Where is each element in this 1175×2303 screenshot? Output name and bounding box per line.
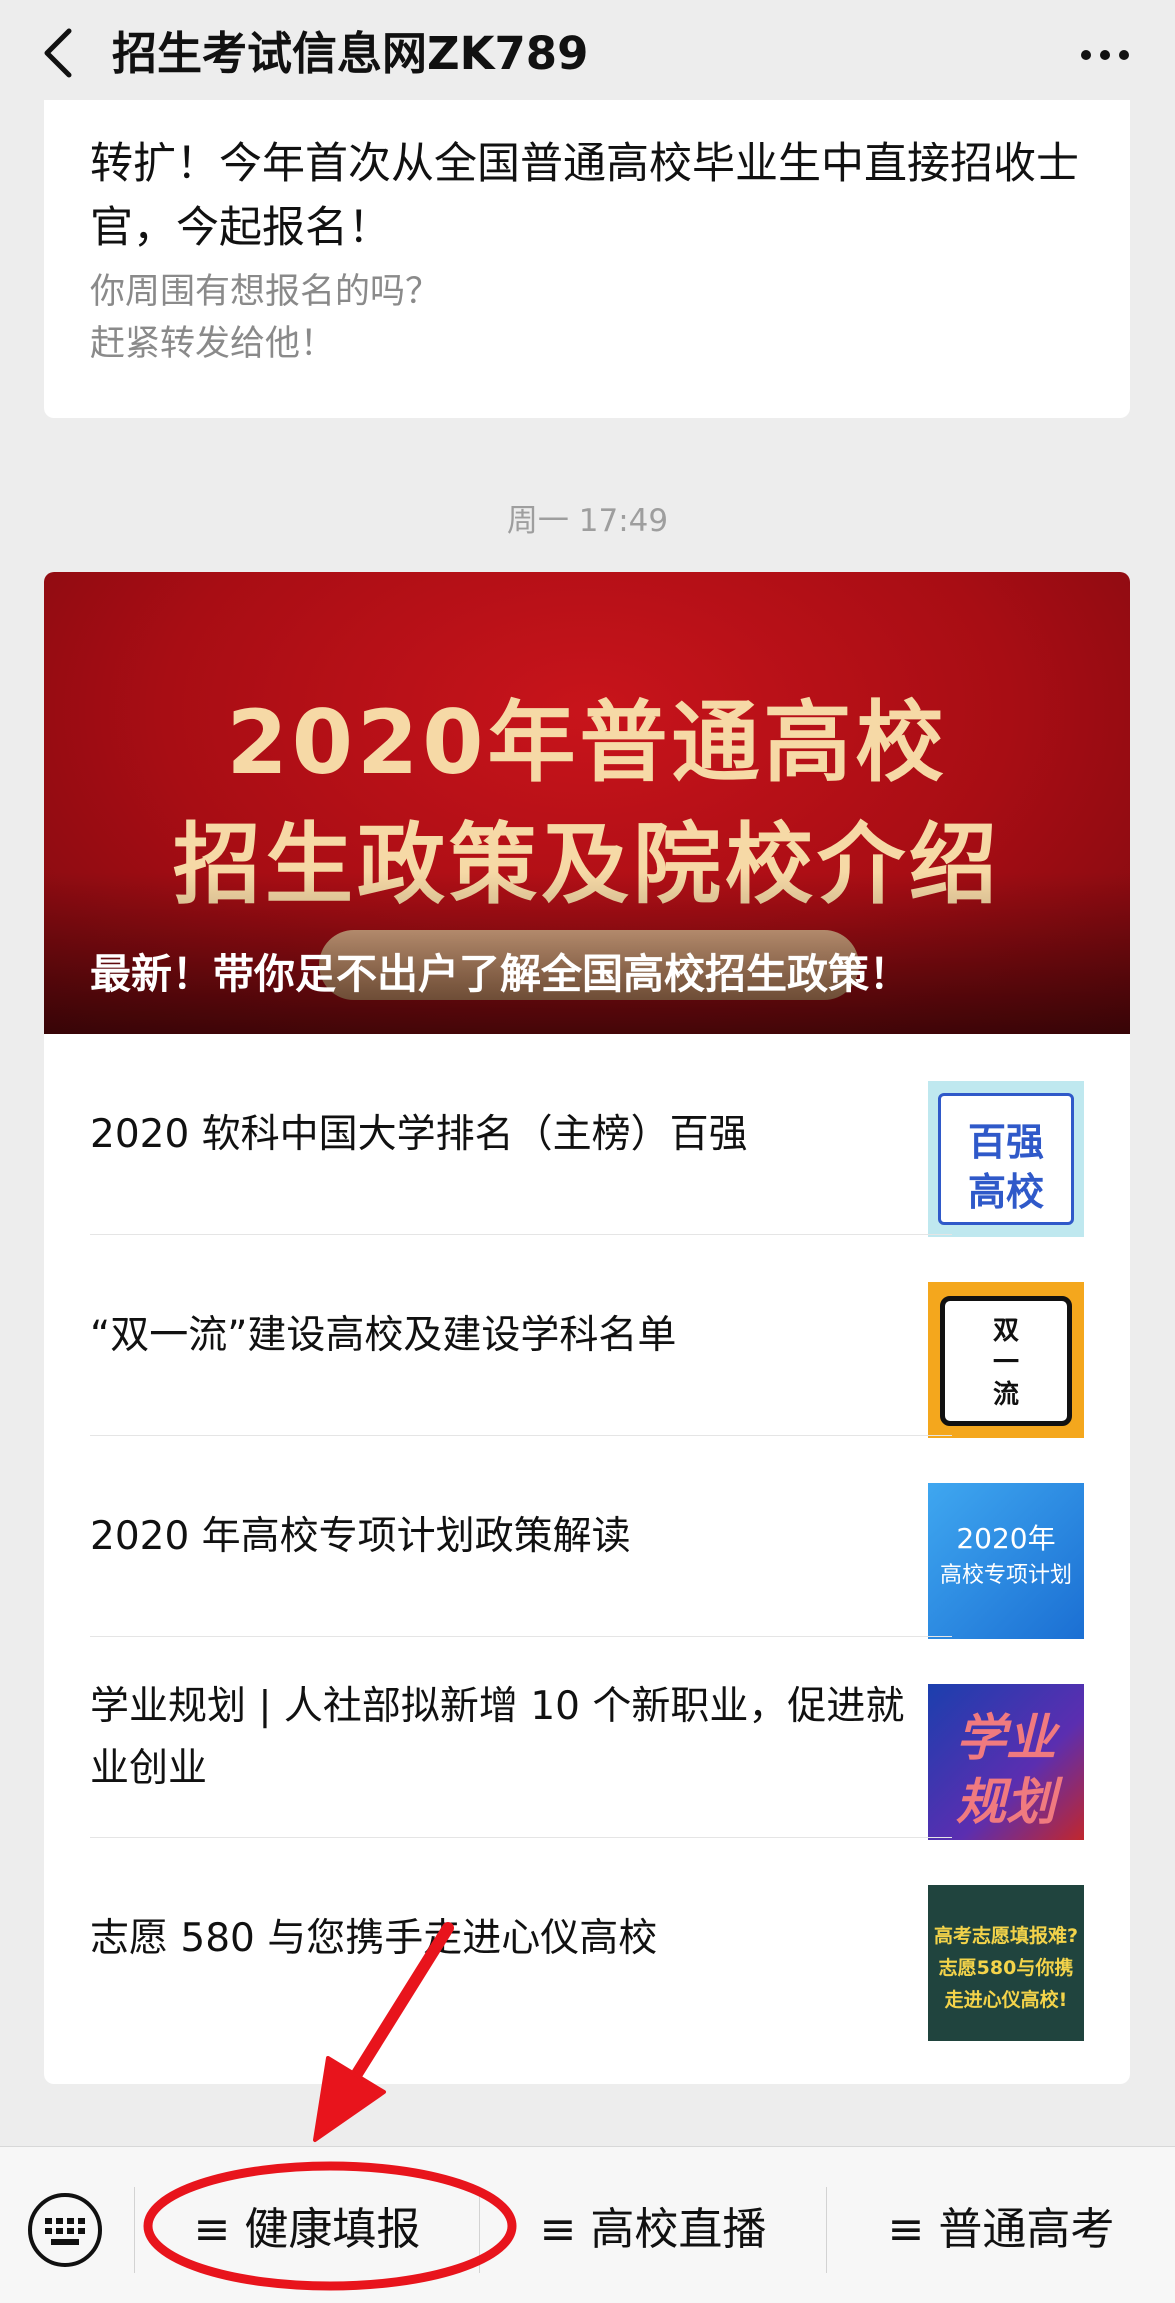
more-button[interactable] — [1075, 30, 1135, 80]
list-item-thumbnail: 高考志愿填报难? 志愿580与你携 走进心仪高校! — [928, 1885, 1084, 2041]
list-item-title: 2020 年高校专项计划政策解读 — [90, 1513, 631, 1559]
thumbnail-text: 学业 — [956, 1709, 1056, 1767]
account-title: 招生考试信息网ZK789 — [112, 27, 589, 80]
article-description: 你周围有想报名的吗？ 赶紧转发给他！ — [90, 272, 441, 364]
list-item-thumbnail: 学业 规划 — [928, 1684, 1084, 1840]
list-item-title: 2020 软科中国大学排名（主榜）百强 — [90, 1111, 748, 1157]
cover-article[interactable]: 2020年普通高校 招生政策及院校介绍 最新！带你足不出户了解全国高校招生政策！ — [44, 572, 1130, 1034]
list-item-thumbnail: 双 一 流 — [928, 1282, 1084, 1438]
article-card-previous[interactable]: 转扩！今年首次从全国普通高校毕业生中直接招收士官，今起报名！ 你周围有想报名的吗… — [44, 100, 1130, 418]
thumbnail-text: 百强 — [967, 1120, 1044, 1164]
menu-item-college-exam[interactable]: ≡ 普通高考 — [827, 2187, 1175, 2273]
menu-item-health-report[interactable]: ≡ 健康填报 — [135, 2187, 479, 2273]
list-item[interactable]: 2020 年高校专项计划政策解读 2020年 高校专项计划 — [44, 1436, 1130, 1639]
keyboard-icon — [28, 2193, 102, 2267]
keyboard-toggle-button[interactable] — [26, 2191, 104, 2269]
list-item-title: “双一流”建设高校及建设学科名单 — [90, 1312, 677, 1358]
message-timestamp: 周一 17:49 — [506, 503, 669, 539]
list-item-thumbnail: 百强 高校 — [928, 1081, 1084, 1237]
list-item-title: 志愿 580 与您携手走进心仪高校 — [90, 1915, 658, 1961]
chevron-left-icon — [44, 28, 72, 78]
thumbnail-text: 走进心仪高校! — [944, 1989, 1068, 2011]
thumbnail-text: 高校 — [967, 1170, 1044, 1214]
list-item[interactable]: 2020 软科中国大学排名（主榜）百强 百强 高校 — [44, 1034, 1130, 1237]
thumbnail-text: 规划 — [956, 1773, 1056, 1831]
article-card-main: 2020年普通高校 招生政策及院校介绍 最新！带你足不出户了解全国高校招生政策！… — [44, 572, 1130, 2084]
thumbnail-text: 高考志愿填报难? — [933, 1925, 1079, 1947]
thumbnail-text: 志愿580与你携 — [938, 1957, 1074, 1979]
bottom-menu-bar: ≡ 健康填报 ≡ 高校直播 ≡ 普通高考 — [0, 2146, 1175, 2303]
more-dots-icon — [1081, 50, 1129, 60]
list-item[interactable]: 志愿 580 与您携手走进心仪高校 高考志愿填报难? 志愿580与你携 走进心仪… — [44, 1838, 1130, 2041]
back-button[interactable] — [28, 18, 88, 88]
cover-caption: 最新！带你足不出户了解全国高校招生政策！ — [90, 950, 910, 998]
top-nav-bar: 招生考试信息网ZK789 — [0, 0, 1175, 108]
menu-item-university-live[interactable]: ≡ 高校直播 — [480, 2187, 826, 2273]
list-item-thumbnail: 2020年 高校专项计划 — [928, 1483, 1084, 1639]
article-title: 转扩！今年首次从全国普通高校毕业生中直接招收士官，今起报名！ — [90, 139, 1079, 253]
list-item[interactable]: 学业规划 | 人社部拟新增 10 个新职业，促进就业创业 学业 规划 — [44, 1637, 1130, 1840]
thumbnail-text: 流 — [992, 1380, 1019, 1410]
list-item[interactable]: “双一流”建设高校及建设学科名单 双 一 流 — [44, 1235, 1130, 1438]
thumbnail-text: 高校专项计划 — [939, 1563, 1072, 1588]
cover-headline-line1: 2020年普通高校 — [226, 691, 948, 794]
list-item-title: 学业规划 | 人社部拟新增 10 个新职业，促进就业创业 — [90, 1683, 905, 1791]
thumbnail-text: 2020年 — [956, 1522, 1056, 1555]
